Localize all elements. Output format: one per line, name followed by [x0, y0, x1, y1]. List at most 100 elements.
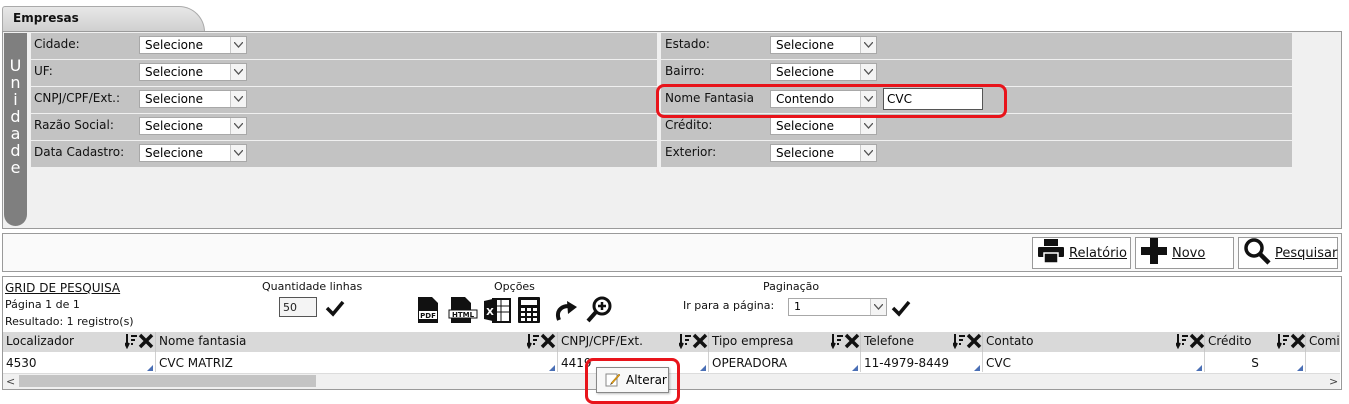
goto-page-select[interactable]: 1: [788, 298, 887, 316]
page-info: Página 1 de 1: [5, 298, 80, 311]
cell-value: OPERADORA: [712, 356, 788, 370]
filter-label: Exterior:: [665, 145, 717, 159]
chevron-down-icon: [870, 299, 886, 315]
table-cell[interactable]: S: [1205, 352, 1306, 372]
qty-input[interactable]: 50: [279, 297, 317, 317]
resize-grip-icon: [1196, 365, 1202, 371]
svg-text:X: X: [486, 307, 494, 318]
cidade-select[interactable]: Selecione: [139, 36, 247, 54]
chevron-down-icon: [230, 118, 246, 134]
estado-select[interactable]: Selecione: [770, 36, 877, 54]
razao-social-select[interactable]: Selecione: [139, 117, 247, 135]
goto-page-label: Ir para a página:: [683, 299, 775, 312]
filter-label: Estado:: [665, 37, 710, 51]
relatorio-button[interactable]: Relatório: [1032, 237, 1131, 269]
qty-apply-check-icon[interactable]: [325, 299, 345, 320]
column-title: Localizador: [6, 334, 74, 348]
scrollbar-thumb[interactable]: [19, 375, 316, 387]
chevron-down-icon: [230, 91, 246, 107]
select-value: Selecione: [145, 119, 203, 133]
chevron-down-icon: [860, 145, 876, 161]
zoom-in-icon[interactable]: [586, 295, 614, 326]
tab-empresas[interactable]: Empresas: [2, 6, 205, 32]
filter-label: CNPJ/CPF/Ext.:: [34, 91, 120, 105]
filter-label: UF:: [34, 64, 53, 78]
filter-row-cnpj: [31, 87, 657, 113]
filter-row-razao: [31, 114, 657, 140]
sort-clear-icon[interactable]: [952, 333, 983, 353]
unidade-letter: d: [10, 107, 21, 126]
column-header-contato[interactable]: Contato: [983, 332, 1205, 352]
sort-clear-icon[interactable]: [124, 333, 155, 353]
sort-clear-icon[interactable]: [526, 333, 557, 353]
plus-icon: [1140, 237, 1168, 269]
qty-label: Quantidade linhas: [262, 280, 363, 293]
highlight-alterar: [585, 358, 680, 404]
unidade-letter: e: [10, 158, 21, 177]
filter-label: Data Cadastro:: [34, 145, 125, 159]
credito-select[interactable]: Selecione: [770, 117, 877, 135]
cell-value: CVC MATRIZ: [159, 356, 233, 370]
excel-export-icon[interactable]: X: [483, 296, 511, 327]
scroll-left-icon[interactable]: <: [6, 375, 15, 388]
select-value: Selecione: [145, 38, 203, 52]
column-title: CNPJ/CPF/Ext.: [561, 334, 643, 348]
select-value: Selecione: [145, 146, 203, 160]
column-header-comissao[interactable]: Comi: [1306, 332, 1340, 352]
filter-label: Razão Social:: [34, 118, 114, 132]
column-title: Crédito: [1208, 334, 1252, 348]
calculator-icon[interactable]: [516, 296, 542, 327]
table-cell[interactable]: OPERADORA: [709, 352, 861, 372]
unidade-side-tab[interactable]: U n i d a d e: [4, 33, 27, 226]
column-header-nome-fantasia[interactable]: Nome fantasia: [156, 332, 558, 352]
sort-clear-icon[interactable]: [678, 333, 709, 353]
pesquisar-button[interactable]: Pesquisar: [1238, 237, 1338, 269]
data-cadastro-select[interactable]: Selecione: [139, 144, 247, 162]
chevron-down-icon: [860, 118, 876, 134]
chevron-down-icon: [860, 64, 876, 80]
column-title: Tipo empresa: [712, 334, 794, 348]
table-cell[interactable]: 4530: [3, 352, 156, 372]
unidade-letter: n: [10, 73, 21, 92]
select-value: Selecione: [145, 92, 203, 106]
table-cell[interactable]: CVC MATRIZ: [156, 352, 558, 372]
novo-button[interactable]: Novo: [1135, 237, 1234, 269]
chevron-down-icon: [860, 37, 876, 53]
sort-clear-icon[interactable]: [1175, 333, 1206, 353]
resize-grip-icon: [1297, 365, 1303, 371]
filter-row-bairro: [661, 60, 1292, 86]
resize-grip-icon: [549, 365, 555, 371]
filter-label: Cidade:: [34, 37, 80, 51]
filter-row-data: [31, 141, 657, 167]
resize-grip-icon: [147, 365, 153, 371]
cnpj-select[interactable]: Selecione: [139, 90, 247, 108]
pesquisar-label: Pesquisar: [1275, 245, 1338, 261]
select-value: Selecione: [776, 146, 834, 160]
bairro-select[interactable]: Selecione: [770, 63, 877, 81]
pdf-export-icon[interactable]: PDF: [416, 296, 440, 327]
sort-clear-icon[interactable]: [1276, 333, 1307, 353]
goto-page-check-icon[interactable]: [891, 299, 911, 320]
chevron-down-icon: [230, 37, 246, 53]
select-value: Selecione: [776, 38, 834, 52]
grid-title[interactable]: GRID DE PESQUISA: [5, 281, 120, 295]
filter-row-exterior: [661, 141, 1292, 167]
table-cell[interactable]: CVC: [983, 352, 1205, 372]
unidade-letter: i: [13, 90, 18, 109]
cell-value: 11-4979-8449: [864, 356, 950, 370]
uf-select[interactable]: Selecione: [139, 63, 247, 81]
resize-grip-icon: [700, 365, 706, 371]
undo-icon[interactable]: [551, 298, 579, 327]
chevron-down-icon: [230, 64, 246, 80]
select-value: Selecione: [145, 65, 203, 79]
scroll-right-icon[interactable]: >: [1329, 375, 1338, 388]
sort-clear-icon[interactable]: [830, 333, 861, 353]
cell-value: CVC: [986, 356, 1011, 370]
unidade-letter: d: [10, 141, 21, 160]
highlight-nome-fantasia: [656, 84, 1007, 118]
table-cell[interactable]: 11-4979-8449: [861, 352, 983, 372]
options-label: Opções: [494, 280, 535, 293]
exterior-select[interactable]: Selecione: [770, 144, 877, 162]
table-cell[interactable]: [1306, 352, 1340, 372]
html-export-icon[interactable]: HTML: [448, 296, 478, 327]
